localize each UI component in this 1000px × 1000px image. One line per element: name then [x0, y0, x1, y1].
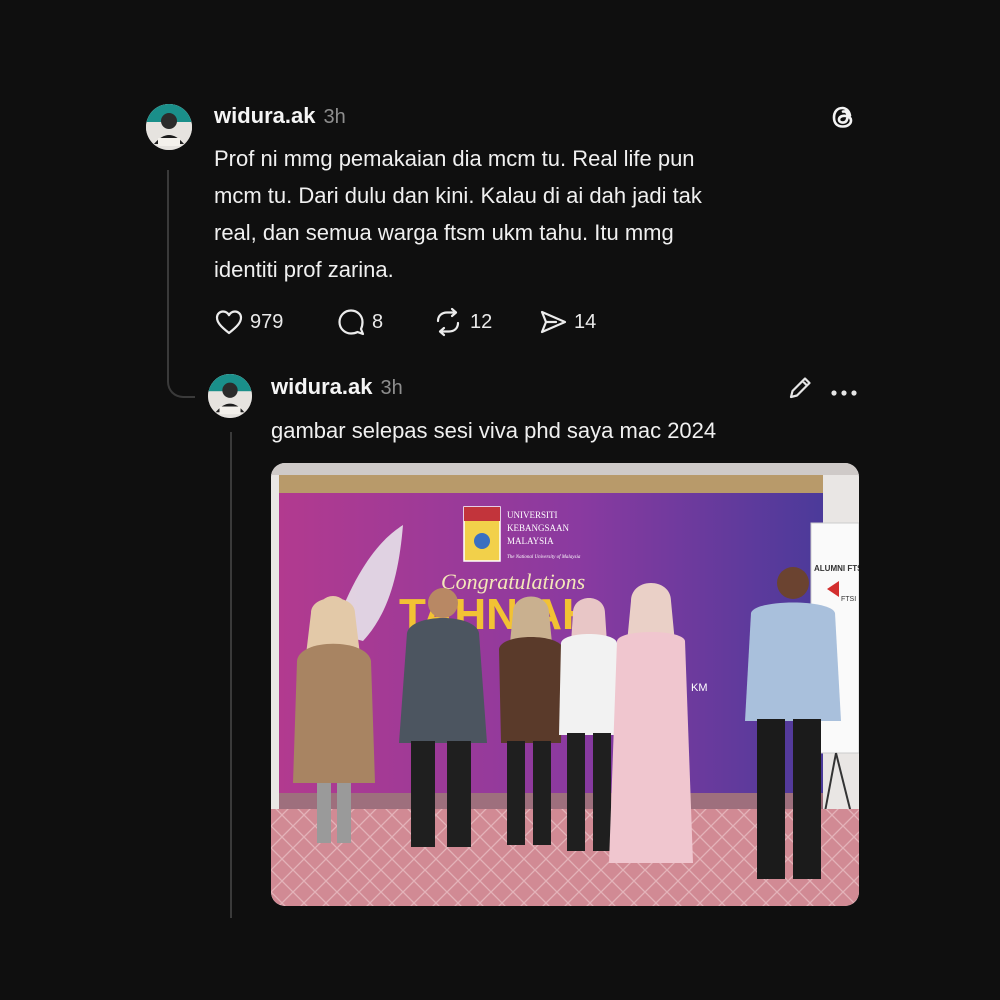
standee-fragment: FTSI	[841, 596, 856, 603]
post-body: Prof ni mmg pemakaian dia mcm tu. Real l…	[214, 140, 834, 288]
comment-icon	[338, 309, 365, 336]
share-count: 14	[574, 310, 597, 333]
thread-connector	[167, 362, 195, 398]
post-line: mcm tu. Dari dulu dan kini. Kalau di ai …	[214, 183, 702, 208]
post-header: widura.ak 3h	[271, 374, 403, 400]
repost-count: 12	[470, 310, 493, 333]
heart-icon	[215, 310, 243, 335]
pencil-icon[interactable]	[786, 374, 814, 407]
like-button[interactable]: 979	[214, 307, 336, 337]
post-line: identiti prof zarina.	[214, 257, 394, 282]
thread-line	[230, 432, 232, 918]
avatar[interactable]	[146, 104, 192, 150]
avatar[interactable]	[208, 374, 252, 418]
reply-button[interactable]: 8	[336, 307, 432, 337]
timestamp[interactable]: 3h	[380, 377, 402, 400]
banner-university-line2: KEBANGSAAN	[507, 523, 570, 533]
banner-university-line1: UNIVERSITI	[507, 510, 558, 520]
banner-fragment-right: KM	[691, 682, 708, 694]
share-button[interactable]: 14	[538, 307, 628, 337]
banner-subtitle: The National University of Malaysia	[507, 555, 581, 560]
reply-count: 8	[372, 310, 384, 333]
timestamp[interactable]: 3h	[323, 106, 345, 129]
post-body: gambar selepas sesi viva phd saya mac 20…	[271, 418, 717, 443]
post-line: Prof ni mmg pemakaian dia mcm tu. Real l…	[214, 146, 695, 171]
repost-button[interactable]: 12	[432, 307, 538, 337]
repost-icon	[436, 307, 460, 337]
post-header: widura.ak 3h	[214, 103, 346, 129]
standee-text: ALUMNI FTS	[814, 564, 859, 573]
action-bar: 979 8 12 14	[214, 307, 628, 337]
send-icon	[540, 310, 567, 334]
username[interactable]: widura.ak	[271, 374, 372, 400]
post-line: real, dan semua warga ftsm ukm tahu. Itu…	[214, 220, 674, 245]
post-photo[interactable]: UNIVERSITI KEBANGSAAN MALAYSIA The Natio…	[271, 463, 859, 906]
like-count: 979	[250, 310, 284, 333]
banner-university-line3: MALAYSIA	[507, 536, 554, 546]
thread-line	[167, 170, 169, 370]
more-horizontal-icon[interactable]	[830, 384, 858, 402]
threads-logo-icon[interactable]	[828, 102, 858, 137]
username[interactable]: widura.ak	[214, 103, 315, 129]
